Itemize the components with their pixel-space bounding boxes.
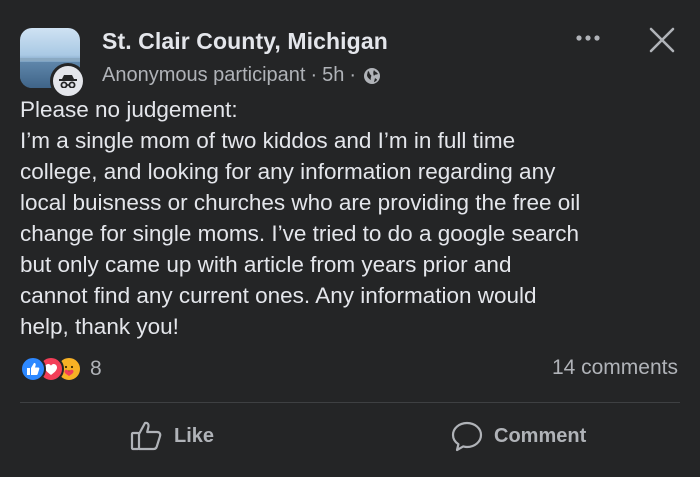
post-body-line: I’m a single mom of two kiddos and I’m i… xyxy=(20,128,516,153)
post-body-line: college, and looking for any information… xyxy=(20,159,556,184)
post-time[interactable]: 5h xyxy=(322,64,344,87)
comment-label: Comment xyxy=(494,424,587,447)
comment-button[interactable]: Comment xyxy=(450,416,586,456)
author-name[interactable]: Anonymous participant xyxy=(102,64,305,87)
thumbs-up-icon xyxy=(130,420,164,452)
action-divider xyxy=(20,402,680,403)
post-body-line: cannot find any current ones. Any inform… xyxy=(20,283,537,308)
incognito-glyph xyxy=(59,75,77,88)
group-name-link[interactable]: St. Clair County, Michigan xyxy=(102,28,388,55)
post-card: St. Clair County, Michigan Anonymous par… xyxy=(0,0,700,477)
comments-count-link[interactable]: 14 comments xyxy=(552,356,678,380)
meta-separator: · xyxy=(349,64,357,86)
like-button[interactable]: Like xyxy=(130,416,214,456)
post-meta: Anonymous participant · 5h · xyxy=(102,64,381,87)
post-body-line: change for single moms. I’ve tried to do… xyxy=(20,221,580,246)
like-label: Like xyxy=(174,424,215,447)
post-body: Please no judgement: I’m a single mom of… xyxy=(20,94,688,342)
reactions-summary[interactable]: 8 xyxy=(20,356,102,382)
comment-bubble-icon xyxy=(450,420,484,452)
post-body-line: but only came up with article from years… xyxy=(20,252,512,277)
post-body-line: Please no judgement: xyxy=(20,97,238,122)
post-body-line: help, thank you! xyxy=(20,314,179,339)
avatar-shoreline xyxy=(20,58,80,61)
close-icon[interactable] xyxy=(646,24,678,56)
like-reaction-icon xyxy=(20,356,46,382)
meta-separator: · xyxy=(310,64,318,86)
more-options-icon[interactable] xyxy=(570,26,606,50)
reaction-count: 8 xyxy=(90,357,102,380)
post-body-line: local buisness or churches who are provi… xyxy=(20,190,581,215)
globe-icon[interactable] xyxy=(363,67,381,85)
